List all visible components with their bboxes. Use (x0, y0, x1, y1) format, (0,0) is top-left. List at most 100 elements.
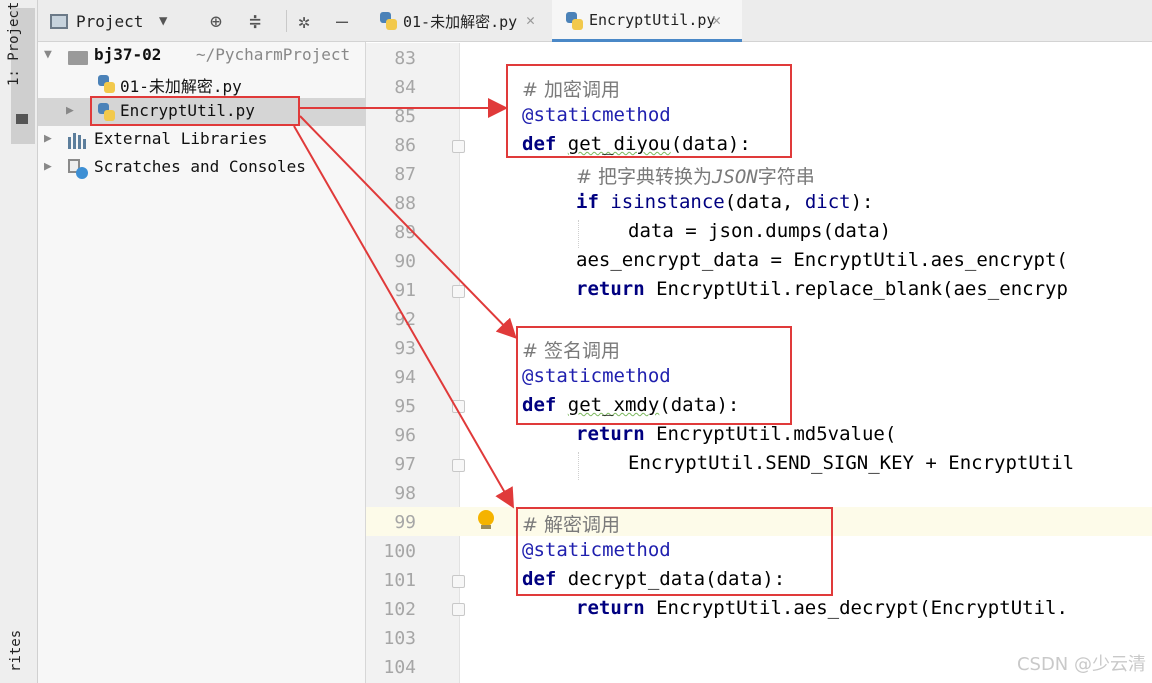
comment-text: JSON (711, 166, 758, 188)
line-number: 99 (394, 512, 416, 533)
line-number: 94 (394, 367, 416, 388)
folder-icon (68, 51, 88, 65)
close-icon[interactable]: ✕ (712, 11, 721, 29)
header-divider (286, 10, 287, 32)
fold-marker-icon[interactable] (452, 400, 465, 413)
line-number: 103 (383, 628, 416, 649)
lightbulb-icon[interactable] (478, 510, 494, 526)
project-tool-tab-label[interactable]: 1: Project (6, 2, 22, 86)
annotation-box-sign (516, 326, 792, 425)
fold-marker-icon[interactable] (452, 140, 465, 153)
library-icon (68, 133, 88, 149)
line-number: 101 (383, 570, 416, 591)
annotation-box-file (90, 96, 300, 126)
project-view-selector[interactable]: Project (76, 12, 143, 31)
tab-label: EncryptUtil.py (589, 11, 716, 29)
line-number: 88 (394, 193, 416, 214)
tree-item-root[interactable]: ▼ bj37-02 ~/PycharmProject (38, 42, 366, 70)
root-folder-path: ~/PycharmProject (196, 45, 351, 64)
line-number: 97 (394, 454, 416, 475)
tree-item-file[interactable]: 01-未加解密.py (38, 70, 366, 98)
keyword: return (576, 278, 645, 300)
tree-item-external-libraries[interactable]: ▶ External Libraries (38, 126, 366, 154)
editor-tab-bar: 01-未加解密.py ✕ EncryptUtil.py ✕ (366, 0, 1152, 42)
tree-label: External Libraries (94, 129, 268, 148)
collapsed-arrow-icon[interactable]: ▶ (66, 103, 74, 118)
python-file-icon (566, 12, 583, 30)
line-number: 91 (394, 280, 416, 301)
line-number: 85 (394, 106, 416, 127)
tab-file-2-active[interactable]: EncryptUtil.py ✕ (552, 0, 742, 42)
line-number: 87 (394, 164, 416, 185)
code-text: (data, (724, 191, 805, 213)
gear-icon[interactable]: ✲ (298, 9, 310, 33)
favorites-tool-tab-label[interactable]: rites (8, 630, 24, 672)
code-line-96[interactable]: return EncryptUtil.md5value( (576, 423, 896, 445)
python-file-icon (98, 75, 115, 93)
comment-text: 把字典转换为 (597, 166, 712, 188)
code-text: data = json.dumps(data) (628, 220, 892, 242)
active-tab-indicator (552, 39, 742, 42)
tree-item-scratches[interactable]: ▶ Scratches and Consoles (38, 154, 366, 182)
line-number: 96 (394, 425, 416, 446)
code-line-87[interactable]: # 把字典转换为JSON字符串 (576, 162, 815, 189)
fold-marker-icon[interactable] (452, 459, 465, 472)
line-number: 93 (394, 338, 416, 359)
line-number: 100 (383, 541, 416, 562)
fold-marker-icon[interactable] (452, 285, 465, 298)
tree-label: Scratches and Consoles (94, 157, 306, 176)
code-text: EncryptUtil.replace_blank(aes_encryp (644, 278, 1068, 300)
code-line-90[interactable]: aes_encrypt_data = EncryptUtil.aes_encry… (576, 249, 1068, 271)
code-line-97[interactable]: EncryptUtil.SEND_SIGN_KEY + EncryptUtil (628, 452, 1074, 474)
line-number: 92 (394, 309, 416, 330)
keyword: if (576, 191, 599, 213)
code-line-89[interactable]: data = json.dumps(data) (628, 220, 891, 242)
line-number: 102 (383, 599, 416, 620)
builtin: dict (804, 191, 851, 213)
watermark: CSDN @少云清 (1016, 654, 1146, 675)
code-text: ): (850, 191, 874, 213)
keyword: return (576, 423, 645, 445)
close-icon[interactable]: ✕ (526, 11, 535, 29)
fold-marker-icon[interactable] (452, 575, 465, 588)
project-view-icon (50, 14, 68, 29)
indent-guide (578, 220, 579, 248)
python-file-icon (380, 12, 397, 30)
hide-panel-icon[interactable]: — (336, 9, 348, 33)
collapsed-arrow-icon[interactable]: ▶ (44, 131, 52, 146)
collapse-all-icon[interactable]: ≑ (249, 9, 261, 33)
locate-icon[interactable]: ⊕ (210, 9, 222, 33)
tool-window-strip: 1: Project rites (0, 0, 38, 683)
line-number: 86 (394, 135, 416, 156)
root-folder-name: bj37-02 (94, 45, 162, 64)
code-line-102[interactable]: return EncryptUtil.aes_decrypt(EncryptUt… (576, 597, 1068, 619)
file-name: 01-未加解密.py (120, 77, 242, 96)
indent-guide (578, 452, 579, 480)
line-number: 83 (394, 48, 416, 69)
line-number: 104 (383, 657, 416, 678)
annotation-box-decrypt (516, 507, 833, 596)
code-line-91[interactable]: return EncryptUtil.replace_blank(aes_enc… (576, 278, 1068, 300)
line-number: 98 (394, 483, 416, 504)
comment-hash: # (576, 166, 598, 188)
collapsed-arrow-icon[interactable]: ▶ (44, 159, 52, 174)
tab-file-1[interactable]: 01-未加解密.py ✕ (366, 0, 552, 42)
expanded-arrow-icon[interactable]: ▼ (44, 47, 52, 62)
line-number: 95 (394, 396, 416, 417)
code-text: aes_encrypt_data = EncryptUtil.aes_encry… (576, 249, 1068, 271)
builtin: isinstance (610, 191, 725, 213)
line-number: 84 (394, 77, 416, 98)
scratches-icon (68, 159, 88, 179)
keyword: return (576, 597, 645, 619)
chevron-down-icon[interactable]: ▼ (159, 13, 167, 29)
line-number: 89 (394, 222, 416, 243)
line-number: 90 (394, 251, 416, 272)
code-text: EncryptUtil.SEND_SIGN_KEY + EncryptUtil (628, 452, 1075, 474)
fold-marker-icon[interactable] (452, 603, 465, 616)
folder-icon (16, 114, 28, 124)
code-text: EncryptUtil.aes_decrypt(EncryptUtil. (644, 597, 1068, 619)
code-line-88[interactable]: if isinstance(data, dict): (576, 191, 873, 213)
comment-text: 字符串 (757, 166, 815, 188)
tab-label: 01-未加解密.py (403, 13, 518, 31)
annotation-box-encrypt (506, 64, 792, 158)
